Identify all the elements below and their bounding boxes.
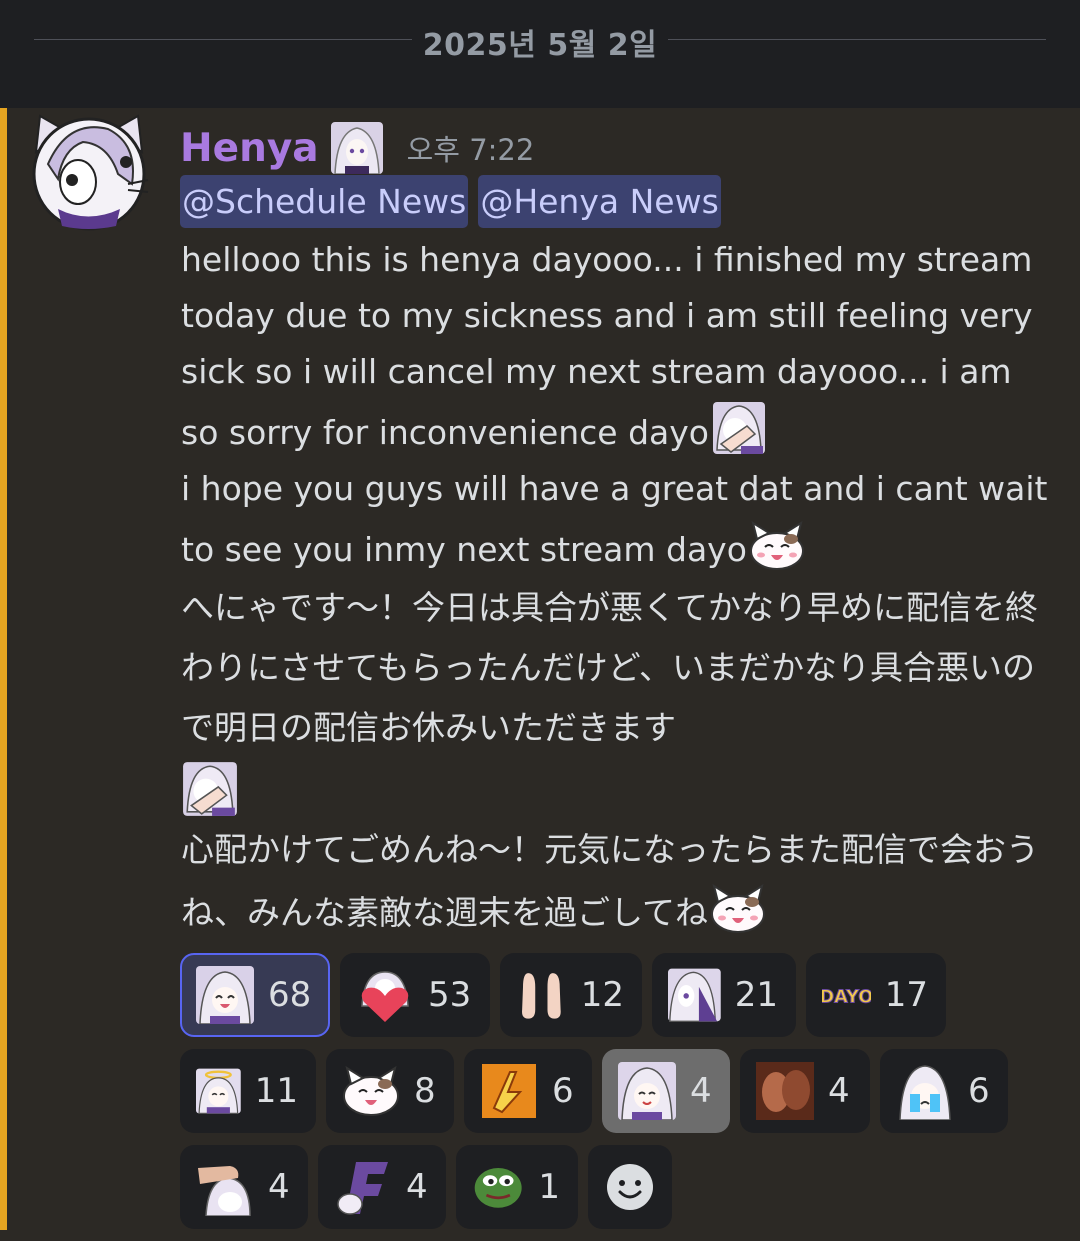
role-mentions: @Schedule News @Henya News (180, 175, 721, 228)
reaction-count: 11 (254, 1071, 298, 1111)
message-timestamp[interactable]: 오후 7:22 (407, 127, 535, 169)
feet-emoji (522, 973, 561, 1019)
letter-f-emoji (337, 1162, 388, 1215)
reaction-button[interactable]: 4 (740, 1049, 870, 1133)
orange-letter-emoji (482, 1064, 536, 1118)
reaction-button[interactable]: DAYO 17 (806, 953, 946, 1037)
pepe-emoji (474, 1168, 522, 1208)
role-icon[interactable] (330, 122, 383, 174)
reaction-count: 1 (538, 1167, 560, 1207)
reaction-button[interactable]: 12 (500, 953, 642, 1037)
dayo-text-emoji: DAYO (822, 987, 871, 1008)
message-paragraph: へにゃです～！今日は具合が悪くてかなり早めに配信を終わりにさせてもらったんだけど… (181, 578, 1051, 818)
blob-cat-emoji[interactable] (749, 517, 805, 573)
reaction-count: 12 (580, 975, 624, 1015)
reaction-button[interactable]: 21 (652, 953, 796, 1037)
henya-laugh-emoji (196, 966, 254, 1024)
reaction-button[interactable]: 1 (456, 1145, 578, 1229)
reaction-count: 4 (268, 1167, 290, 1207)
message-content: hellooo this is henya dayooo... i finish… (181, 232, 1051, 943)
reaction-count: 53 (428, 975, 472, 1015)
reaction-button[interactable]: 4 (180, 1145, 308, 1229)
reaction-row: 68 53 12 21 DAYO 17 (180, 953, 1060, 1037)
date-divider-bar: 2025년 5월 2일 (0, 0, 1080, 108)
henya-heart-emoji (361, 971, 409, 1022)
reaction-count: 4 (828, 1071, 850, 1111)
reaction-bar: 68 53 12 21 DAYO 17 11 8 6 4 4 6 4 4 1 (180, 953, 1060, 1241)
paragraph-text-japanese-1: へにゃです～！今日は具合が悪くてかなり早めに配信を終わりにさせてもらったんだけど… (181, 588, 1039, 747)
message-paragraph: i hope you guys will have a great dat an… (181, 461, 1051, 578)
reaction-row: 4 4 1 (180, 1145, 1060, 1229)
mention-highlight-bar (0, 108, 7, 1230)
reaction-count: 4 (406, 1167, 428, 1207)
reaction-button[interactable]: 6 (464, 1049, 592, 1133)
mention-henya-news[interactable]: @Henya News (478, 175, 721, 228)
paragraph-text-english-2: i hope you guys will have a great dat an… (181, 469, 1048, 569)
reaction-count: 21 (734, 975, 778, 1015)
add-reaction-smiley-icon (607, 1164, 653, 1210)
svg-text:DAYO: DAYO (822, 988, 871, 1008)
reaction-count: 68 (268, 975, 312, 1015)
reaction-button[interactable]: 6 (880, 1049, 1008, 1133)
reaction-count: 17 (884, 975, 928, 1015)
henya-smile-emoji (618, 1062, 676, 1120)
blob-cat-emoji[interactable] (710, 880, 766, 936)
mention-schedule-news[interactable]: @Schedule News (180, 175, 469, 228)
henya-cry-emoji (899, 1065, 951, 1120)
message-paragraph: 心配かけてごめんね～！元気になったらまた配信で会おうね、みんな素敵な週末を過ごし… (181, 820, 1051, 943)
reaction-count: 8 (414, 1071, 436, 1111)
reaction-button[interactable]: 4 (318, 1145, 446, 1229)
henya-peek-emoji (668, 968, 721, 1023)
author-username[interactable]: Henya (180, 126, 319, 171)
reaction-button[interactable]: 68 (180, 953, 330, 1037)
message-header: Henya 오후 7:22 (180, 122, 534, 174)
avatar[interactable] (28, 114, 150, 232)
paragraph-text-japanese-2: 心配かけてごめんね～！元気になったらまた配信で会おうね、みんな素敵な週末を過ごし… (181, 830, 1039, 932)
divider-line-right (668, 39, 1046, 40)
paragraph-text-english-1: hellooo this is henya dayooo... i finish… (181, 240, 1033, 452)
reaction-row: 11 8 6 4 4 6 (180, 1049, 1060, 1133)
henya-angel-emoji (196, 1068, 241, 1114)
henya-facepalm-emoji[interactable] (711, 400, 767, 456)
reaction-count: 6 (968, 1071, 990, 1111)
reaction-button[interactable]: 8 (326, 1049, 454, 1133)
reaction-count: 6 (552, 1071, 574, 1111)
add-reaction-button[interactable] (588, 1145, 672, 1229)
reaction-button[interactable]: 4 (602, 1049, 730, 1133)
reaction-count: 4 (690, 1071, 712, 1111)
blob-cat-emoji (343, 1065, 399, 1116)
date-divider-label: 2025년 5월 2일 (422, 28, 658, 63)
message-paragraph: hellooo this is henya dayooo... i finish… (181, 232, 1051, 461)
reaction-button[interactable]: 53 (340, 953, 490, 1037)
henya-facepalm-emoji[interactable] (181, 760, 239, 818)
hand-pat-emoji (198, 1166, 251, 1216)
kiss-emoji (756, 1062, 814, 1120)
reaction-button[interactable]: 11 (180, 1049, 316, 1133)
